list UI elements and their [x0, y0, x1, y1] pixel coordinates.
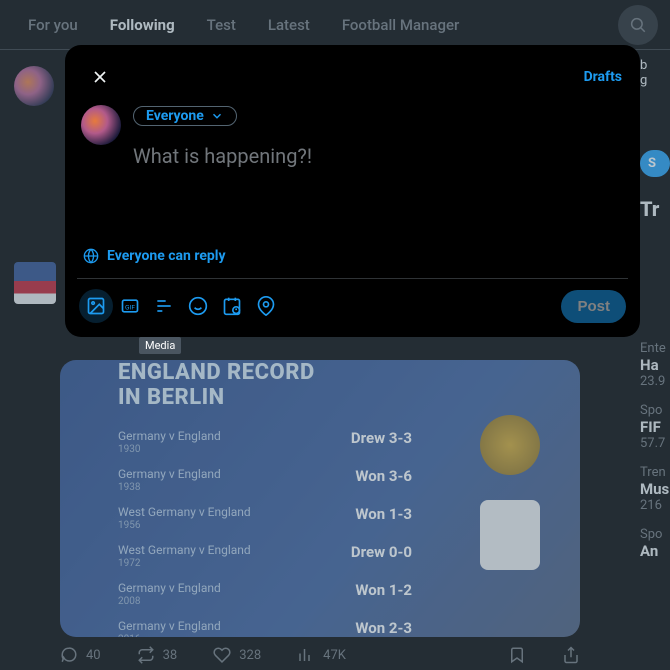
record-row: Germany v England2008Won 1-2 [118, 575, 552, 613]
gif-button[interactable]: GIF [113, 289, 147, 323]
close-button[interactable] [83, 60, 117, 94]
view-count: 47K [323, 648, 346, 663]
post-button[interactable]: Post [561, 290, 626, 323]
trend-item[interactable]: SpoAn [640, 527, 670, 560]
compose-modal: Drafts Everyone Everyone can reply GIF [65, 45, 640, 337]
location-button[interactable] [249, 289, 283, 323]
compose-toolbar: GIF Post [77, 279, 628, 325]
reply-label: Everyone can reply [107, 248, 226, 264]
tab-for-you[interactable]: For you [12, 0, 94, 50]
audience-label: Everyone [146, 108, 204, 124]
media-button[interactable] [79, 289, 113, 323]
chevron-down-icon [210, 109, 224, 123]
globe-icon [83, 248, 99, 264]
drafts-link[interactable]: Drafts [584, 69, 622, 85]
bookmark-button[interactable] [508, 646, 526, 664]
media-tooltip: Media [139, 337, 181, 354]
england-crest-icon [480, 500, 540, 570]
sky-sports-avatar[interactable] [14, 262, 56, 304]
share-button[interactable] [562, 646, 580, 664]
trend-item[interactable]: EnteHa23.9 [640, 341, 670, 389]
retweet-button[interactable]: 38 [137, 646, 178, 664]
schedule-button[interactable] [215, 289, 249, 323]
reply-settings[interactable]: Everyone can reply [77, 244, 628, 279]
trend-item[interactable]: SpoFIF57.7 [640, 403, 670, 451]
card-title: ENGLAND RECORDIN BERLIN [118, 360, 552, 411]
svg-text:GIF: GIF [125, 303, 135, 311]
subscribe-button[interactable]: S [640, 150, 670, 177]
reply-count: 40 [86, 648, 101, 663]
trend-item[interactable]: TrenMus216 [640, 465, 670, 513]
audience-selector[interactable]: Everyone [133, 106, 237, 126]
tab-following[interactable]: Following [94, 0, 191, 50]
emoji-button[interactable] [181, 289, 215, 323]
gif-icon: GIF [120, 296, 140, 316]
timeline-tabs: For you Following Test Latest Football M… [0, 0, 670, 50]
tab-test[interactable]: Test [191, 0, 252, 50]
poll-icon [154, 296, 174, 316]
poll-button[interactable] [147, 289, 181, 323]
tweet-image[interactable]: ENGLAND RECORDIN BERLIN Germany v Englan… [60, 360, 580, 637]
location-icon [256, 296, 276, 316]
views-button[interactable]: 47K [297, 646, 346, 664]
compose-avatar[interactable] [81, 105, 121, 145]
sidebar-trends: bg S Tr EnteHa23.9 SpoFIF57.7 TrenMus216… [640, 58, 670, 574]
like-button[interactable]: 328 [213, 646, 261, 664]
schedule-icon [222, 296, 242, 316]
image-icon [86, 296, 106, 316]
reply-button[interactable]: 40 [60, 646, 101, 664]
tab-football-manager[interactable]: Football Manager [326, 0, 476, 50]
search-button[interactable] [618, 5, 658, 45]
trends-header: Tr [640, 197, 670, 221]
emoji-icon [188, 296, 208, 316]
search-icon [629, 16, 647, 34]
avatar[interactable] [14, 66, 54, 106]
germany-crest-icon [480, 415, 540, 475]
retweet-count: 38 [163, 648, 178, 663]
compose-input[interactable] [133, 144, 624, 224]
tab-latest[interactable]: Latest [252, 0, 326, 50]
record-row: Germany v England1938Won 3-6 [118, 461, 552, 499]
tweet-actions: 40 38 328 47K [60, 640, 580, 670]
close-icon [90, 67, 110, 87]
like-count: 328 [239, 648, 261, 663]
record-row: Germany v England2016Won 2-3 [118, 613, 552, 637]
